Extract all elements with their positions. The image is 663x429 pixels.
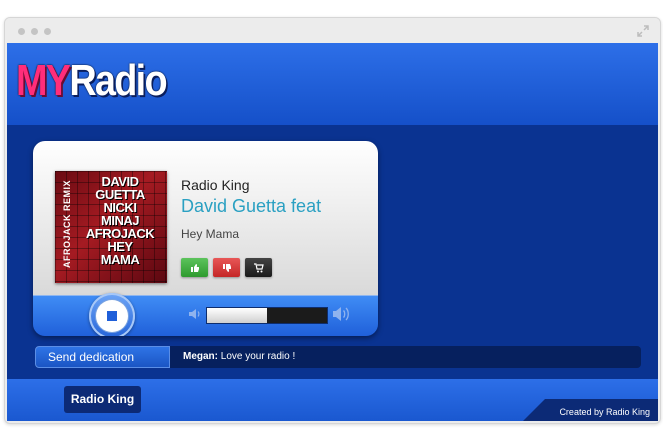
browser-window: MYRadio AFROJACK REMIX DAVID GUETTA NICK… [4,17,661,424]
volume-level [207,308,267,323]
send-dedication-button[interactable]: Send dedication [35,346,170,368]
player-widget: AFROJACK REMIX DAVID GUETTA NICKI MINAJ … [33,141,378,336]
radio-app: MYRadio AFROJACK REMIX DAVID GUETTA NICK… [7,43,658,421]
dislike-button[interactable] [213,258,240,277]
like-button[interactable] [181,258,208,277]
artist-name: David Guetta feat [181,196,322,216]
buy-button[interactable] [245,258,272,277]
player-controls [33,293,378,336]
logo: MYRadio [16,56,168,105]
dedication-bar: Send dedication Megan: Love your radio ! [35,346,641,368]
volume-slider[interactable] [206,307,328,324]
logo-radio: Radio [69,56,167,105]
window-minimize-dot[interactable] [31,28,38,35]
main-area: AFROJACK REMIX DAVID GUETTA NICKI MINAJ … [7,125,658,379]
cover-side-text: AFROJACK REMIX [62,180,72,269]
header: MYRadio [7,43,658,126]
stop-button[interactable] [89,293,135,336]
cover-text: DAVID GUETTA NICKI MINAJ AFROJACK HEY MA… [85,174,155,267]
thumbs-up-icon [190,263,199,272]
player-info-panel: AFROJACK REMIX DAVID GUETTA NICKI MINAJ … [33,141,378,295]
station-name: Radio King [181,177,250,193]
stop-icon [107,311,117,321]
cart-icon [253,262,264,272]
thumbs-down-icon [222,263,231,272]
logo-my: MY [16,56,71,105]
volume-low-icon[interactable] [187,306,203,322]
radio-king-button[interactable]: Radio King [64,386,141,413]
volume-high-icon[interactable] [331,304,353,324]
dedication-text: Love your radio ! [220,351,296,362]
expand-icon[interactable] [636,24,650,38]
window-close-dot[interactable] [18,28,25,35]
window-zoom-dot[interactable] [44,28,51,35]
browser-titlebar [5,18,660,43]
credit-text: Created by Radio King [559,407,650,417]
album-cover: AFROJACK REMIX DAVID GUETTA NICKI MINAJ … [55,171,167,283]
dedication-author: Megan: [183,351,218,362]
song-title: Hey Mama [181,227,240,241]
footer: Radio King Created by Radio King [7,379,658,421]
dedication-message: Megan: Love your radio ! [183,346,295,368]
